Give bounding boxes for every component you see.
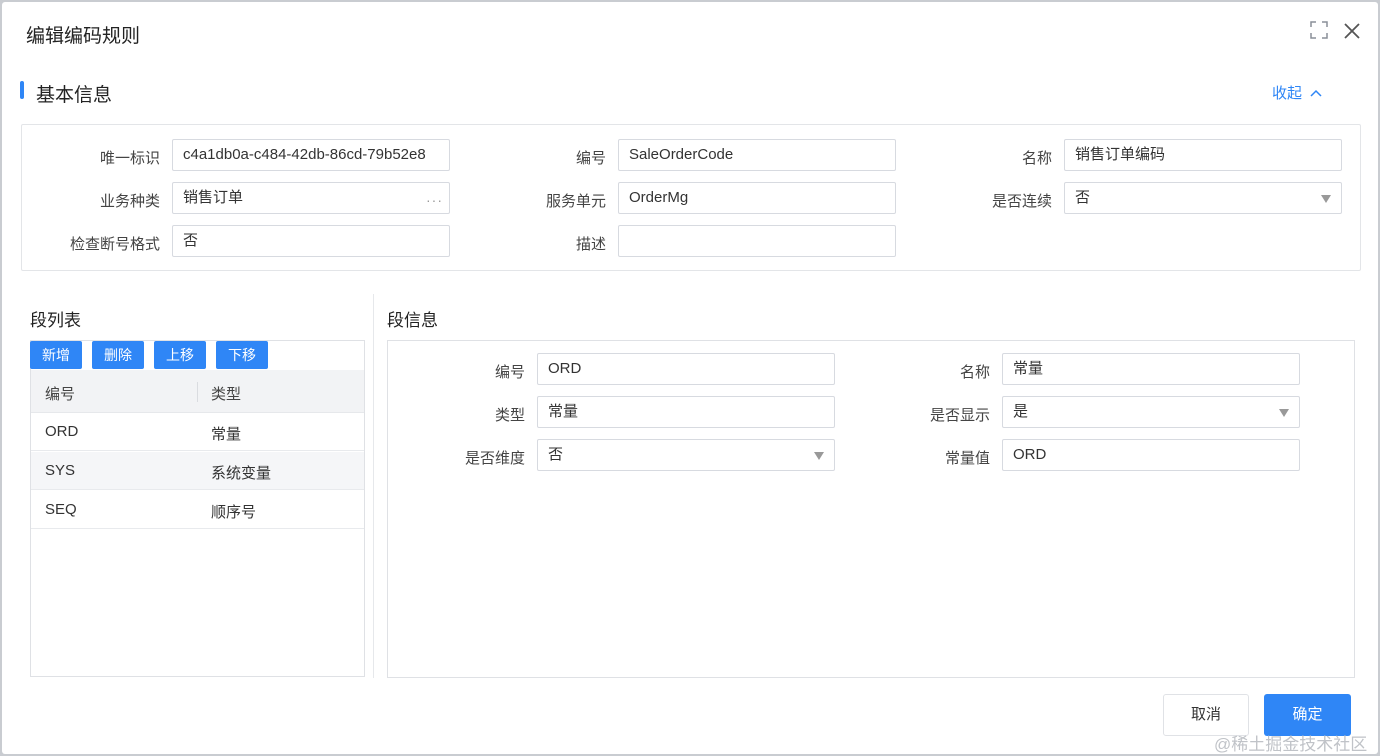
fullscreen-icon[interactable] [1309,20,1329,40]
row-type: 系统变量 [211,465,272,482]
caret-down-icon [1279,409,1289,417]
seg-type-field[interactable]: 常量 [537,396,835,428]
column-header-code[interactable]: 编号 [45,383,75,404]
table-row[interactable]: ORD 常量 [31,413,364,451]
seg-dimension-select[interactable]: 否 [537,439,835,471]
service-unit-label: 服务单元 [545,193,606,210]
dialog-title: 编辑编码规则 [26,26,141,47]
segment-info-title: 段信息 [387,311,438,330]
seg-visible-select[interactable]: 是 [1002,396,1300,428]
watermark: @稀土掘金技术社区 [1214,735,1368,754]
segment-list-title: 段列表 [30,311,81,330]
uid-field[interactable]: c4a1db0a-c484-42db-86cd-79b52e8 [172,139,450,171]
desc-label: 描述 [575,236,606,253]
segment-info-panel [387,340,1355,678]
table-row[interactable]: SEQ 顺序号 [31,491,364,529]
seg-visible-label: 是否显示 [929,407,990,424]
add-button[interactable]: 新增 [30,341,82,369]
seg-const-value-field[interactable]: ORD [1002,439,1300,471]
seg-dimension-value: 否 [548,446,564,463]
more-icon[interactable]: ··· [426,185,443,213]
edit-code-rule-dialog: 编辑编码规则 基本信息 收起 唯一标识 c4a1db0a-c484-42db-8… [2,2,1378,754]
delete-button[interactable]: 删除 [92,341,144,369]
code-field[interactable]: SaleOrderCode [618,139,896,171]
biz-type-label: 业务种类 [99,193,160,210]
section-accent-bar [20,81,24,99]
close-icon[interactable] [1341,20,1363,42]
seg-code-field[interactable]: ORD [537,353,835,385]
biz-type-value: 销售订单 [183,189,244,206]
basic-info-title: 基本信息 [36,85,113,106]
row-type: 常量 [211,426,242,443]
code-label: 编号 [575,150,606,167]
check-format-field[interactable]: 否 [172,225,450,257]
seg-type-label: 类型 [494,407,525,424]
desc-field[interactable] [618,225,896,257]
caret-down-icon [814,452,824,460]
row-code: SEQ [45,501,77,518]
service-unit-field[interactable]: OrderMg [618,182,896,214]
seg-name-label: 名称 [959,364,990,381]
move-down-button[interactable]: 下移 [216,341,268,369]
panel-divider[interactable] [373,294,374,678]
row-code: ORD [45,423,79,440]
continuous-label: 是否连续 [991,193,1052,210]
column-header-type[interactable]: 类型 [211,383,241,404]
seg-dimension-label: 是否维度 [464,450,525,467]
seg-code-label: 编号 [494,364,525,381]
move-up-button[interactable]: 上移 [154,341,206,369]
chevron-up-icon [1310,89,1322,97]
row-code: SYS [45,462,76,479]
continuous-select[interactable]: 否 [1064,182,1342,214]
seg-const-value-label: 常量值 [944,450,990,467]
check-format-label: 检查断号格式 [69,236,160,253]
name-field[interactable]: 销售订单编码 [1064,139,1342,171]
collapse-button[interactable]: 收起 [1272,82,1322,103]
collapse-label: 收起 [1272,85,1303,102]
row-type: 顺序号 [211,504,257,521]
biz-type-picker[interactable]: 销售订单 ··· [172,182,450,214]
table-row[interactable]: SYS 系统变量 [31,452,364,490]
uid-label: 唯一标识 [99,150,160,167]
column-divider [197,382,198,402]
continuous-value: 否 [1075,189,1091,206]
segment-table-header: 编号 类型 [31,370,364,413]
caret-down-icon [1321,195,1331,203]
seg-visible-value: 是 [1013,403,1029,420]
seg-name-field[interactable]: 常量 [1002,353,1300,385]
name-label: 名称 [1021,150,1052,167]
